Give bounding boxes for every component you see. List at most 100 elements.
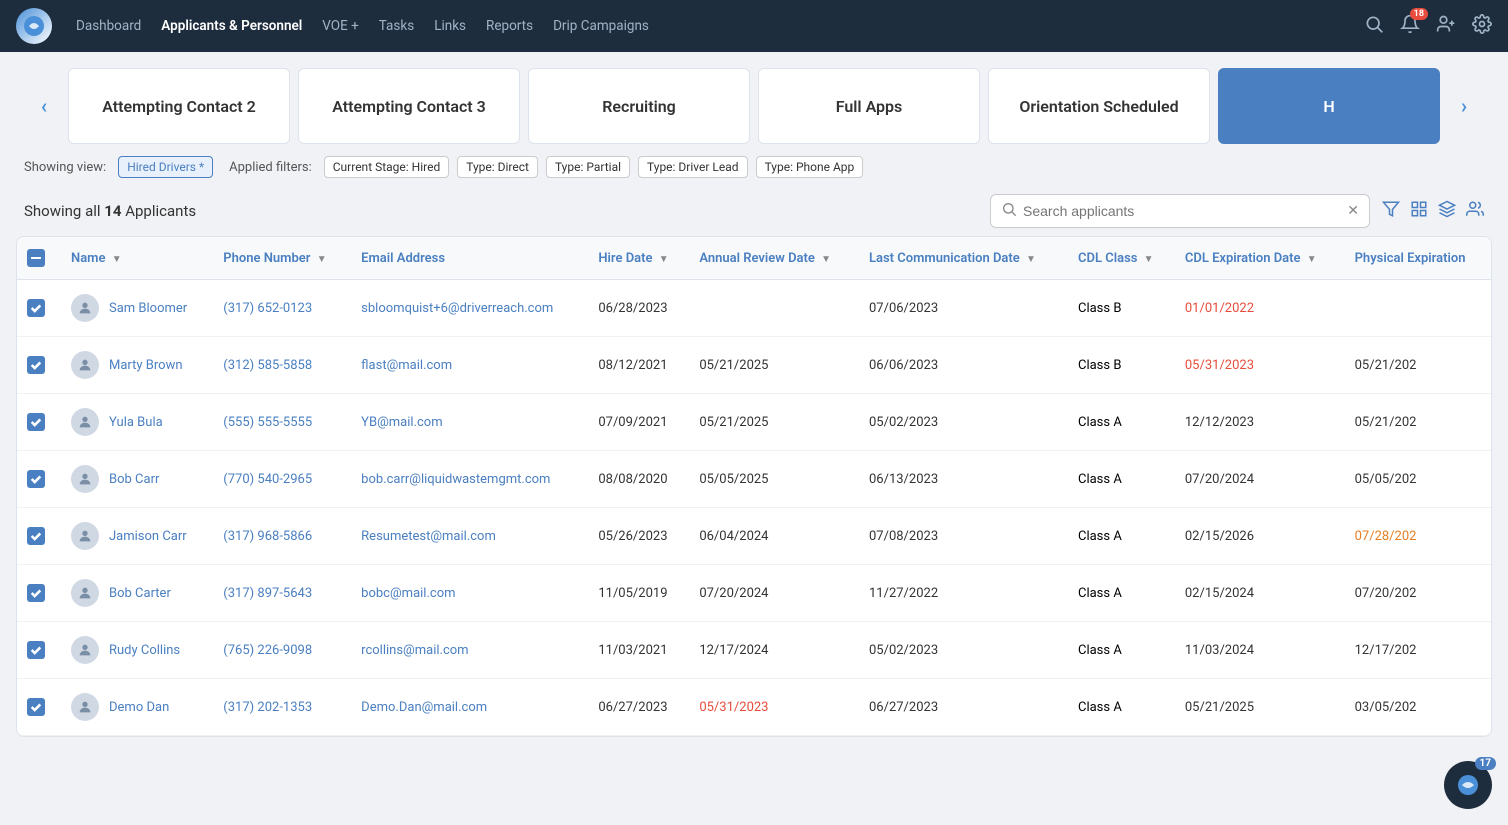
row-cdl-exp-3: 07/20/2024 (1175, 451, 1345, 508)
nav-reports[interactable]: Reports (486, 18, 533, 34)
row-email-5[interactable]: bobc@mail.com (351, 565, 588, 622)
row-cdl-class-7: Class A (1068, 679, 1175, 736)
search-input[interactable] (1023, 203, 1341, 219)
tab-hired[interactable]: H (1218, 68, 1440, 144)
row-checkbox-7[interactable] (17, 679, 61, 736)
row-phone-2[interactable]: (555) 555-5555 (213, 394, 351, 451)
active-view-chip[interactable]: Hired Drivers * (118, 156, 213, 178)
nav-applicants[interactable]: Applicants & Personnel (161, 18, 302, 34)
header-select-all[interactable] (17, 237, 61, 280)
filter-icon[interactable] (1382, 200, 1400, 223)
header-annual-review[interactable]: Annual Review Date ▼ (689, 237, 859, 280)
row-checkbox-1[interactable] (17, 337, 61, 394)
row-physical-exp-7: 03/05/202 (1345, 679, 1491, 736)
search-icon[interactable] (1364, 14, 1384, 39)
floating-action-button[interactable]: 17 (1444, 761, 1492, 809)
filter-type-phone-app[interactable]: Type: Phone App (756, 156, 864, 178)
search-clear-icon[interactable]: ✕ (1347, 203, 1359, 219)
checkbox-6[interactable] (27, 641, 45, 659)
applicant-name-6[interactable]: Rudy Collins (109, 643, 180, 658)
row-phone-6[interactable]: (765) 226-9098 (213, 622, 351, 679)
layers-icon[interactable] (1438, 200, 1456, 223)
row-checkbox-4[interactable] (17, 508, 61, 565)
applicant-name-3[interactable]: Bob Carr (109, 472, 159, 487)
row-phone-4[interactable]: (317) 968-5866 (213, 508, 351, 565)
row-email-0[interactable]: sbloomquist+6@driverreach.com (351, 280, 588, 337)
applicant-name-5[interactable]: Bob Carter (109, 586, 171, 601)
row-name-1: Marty Brown (61, 337, 213, 394)
tab-attempting-contact-3[interactable]: Attempting Contact 3 (298, 68, 520, 144)
logo[interactable] (16, 8, 52, 44)
checkbox-5[interactable] (27, 584, 45, 602)
row-cdl-class-3: Class A (1068, 451, 1175, 508)
row-checkbox-3[interactable] (17, 451, 61, 508)
header-last-comm[interactable]: Last Communication Date ▼ (859, 237, 1068, 280)
row-phone-0[interactable]: (317) 652-0123 (213, 280, 351, 337)
users-icon[interactable] (1466, 200, 1484, 223)
nav-voe[interactable]: VOE + (322, 18, 358, 34)
applicant-name-4[interactable]: Jamison Carr (109, 529, 187, 544)
header-email[interactable]: Email Address (351, 237, 588, 280)
nav-links: Dashboard Applicants & Personnel VOE + T… (76, 18, 649, 34)
nav-dashboard[interactable]: Dashboard (76, 18, 141, 34)
filter-type-driver-lead[interactable]: Type: Driver Lead (638, 156, 748, 178)
tab-attempting-contact-2[interactable]: Attempting Contact 2 (68, 68, 290, 144)
header-physical-exp[interactable]: Physical Expiration (1345, 237, 1491, 280)
header-name[interactable]: Name ▼ (61, 237, 213, 280)
checkbox-7[interactable] (27, 698, 45, 716)
grid-view-icon[interactable] (1410, 200, 1428, 223)
nav-links[interactable]: Links (434, 18, 466, 34)
filter-type-partial[interactable]: Type: Partial (546, 156, 630, 178)
row-cdl-class-6: Class A (1068, 622, 1175, 679)
row-name-6: Rudy Collins (61, 622, 213, 679)
row-cdl-class-0: Class B (1068, 280, 1175, 337)
row-last-comm-0: 07/06/2023 (859, 280, 1068, 337)
row-phone-1[interactable]: (312) 585-5858 (213, 337, 351, 394)
row-cdl-class-5: Class A (1068, 565, 1175, 622)
applicant-name-1[interactable]: Marty Brown (109, 358, 183, 373)
row-physical-exp-4: 07/28/202 (1345, 508, 1491, 565)
filter-current-stage[interactable]: Current Stage: Hired (324, 156, 449, 178)
nav-tasks[interactable]: Tasks (379, 18, 414, 34)
row-cdl-exp-1: 05/31/2023 (1175, 337, 1345, 394)
header-cdl-exp[interactable]: CDL Expiration Date ▼ (1175, 237, 1345, 280)
checkbox-4[interactable] (27, 527, 45, 545)
row-email-4[interactable]: Resumetest@mail.com (351, 508, 588, 565)
checkbox-1[interactable] (27, 356, 45, 374)
row-checkbox-2[interactable] (17, 394, 61, 451)
tab-full-apps[interactable]: Full Apps (758, 68, 980, 144)
row-email-3[interactable]: bob.carr@liquidwastemgmt.com (351, 451, 588, 508)
add-user-icon[interactable] (1436, 14, 1456, 39)
row-email-1[interactable]: flast@mail.com (351, 337, 588, 394)
row-last-comm-1: 06/06/2023 (859, 337, 1068, 394)
row-email-7[interactable]: Demo.Dan@mail.com (351, 679, 588, 736)
checkbox-3[interactable] (27, 470, 45, 488)
notification-icon[interactable]: 18 (1400, 14, 1420, 39)
nav-drip[interactable]: Drip Campaigns (553, 18, 649, 34)
row-checkbox-6[interactable] (17, 622, 61, 679)
filter-type-direct[interactable]: Type: Direct (457, 156, 538, 178)
applicant-name-0[interactable]: Sam Bloomer (109, 301, 187, 316)
tab-recruiting[interactable]: Recruiting (528, 68, 750, 144)
prev-stage-arrow[interactable]: ‹ (24, 68, 64, 144)
tab-orientation-scheduled[interactable]: Orientation Scheduled (988, 68, 1210, 144)
row-checkbox-5[interactable] (17, 565, 61, 622)
next-stage-arrow[interactable]: › (1444, 68, 1484, 144)
row-hire-date-4: 05/26/2023 (588, 508, 689, 565)
checkbox-2[interactable] (27, 413, 45, 431)
header-hire-date[interactable]: Hire Date ▼ (588, 237, 689, 280)
applicant-name-7[interactable]: Demo Dan (109, 700, 169, 715)
row-phone-3[interactable]: (770) 540-2965 (213, 451, 351, 508)
avatar-5 (71, 579, 99, 607)
header-cdl-class[interactable]: CDL Class ▼ (1068, 237, 1175, 280)
row-email-6[interactable]: rcollins@mail.com (351, 622, 588, 679)
checkbox-0[interactable] (27, 299, 45, 317)
row-phone-5[interactable]: (317) 897-5643 (213, 565, 351, 622)
row-checkbox-0[interactable] (17, 280, 61, 337)
header-phone[interactable]: Phone Number ▼ (213, 237, 351, 280)
select-all-checkbox[interactable] (27, 249, 45, 267)
settings-icon[interactable] (1472, 14, 1492, 39)
row-email-2[interactable]: YB@mail.com (351, 394, 588, 451)
applicant-name-2[interactable]: Yula Bula (109, 415, 163, 430)
row-phone-7[interactable]: (317) 202-1353 (213, 679, 351, 736)
